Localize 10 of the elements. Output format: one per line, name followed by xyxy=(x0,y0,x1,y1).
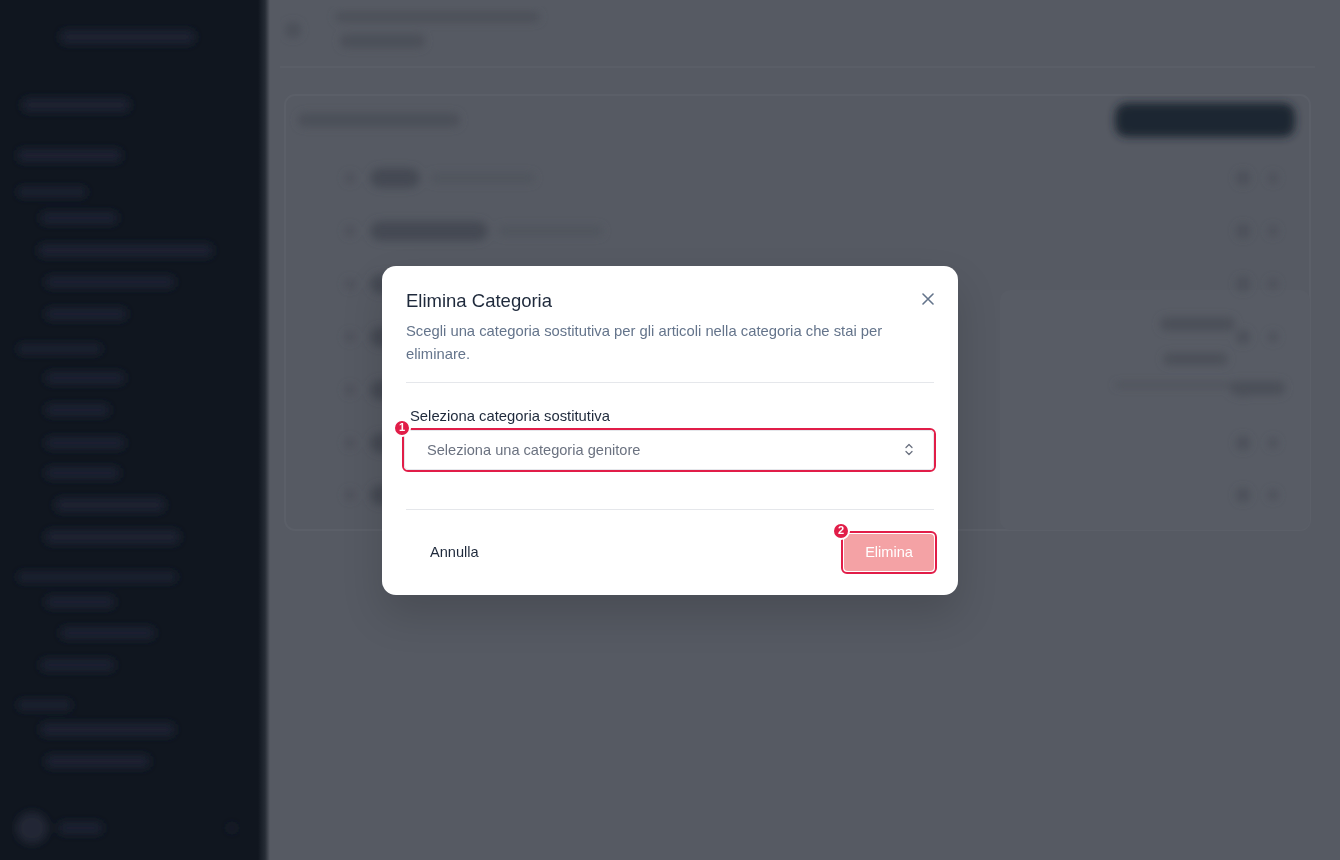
category-select[interactable]: Seleziona una categoria genitore xyxy=(404,429,934,470)
field-label: Seleziona categoria sostitutiva xyxy=(410,407,611,424)
close-icon xyxy=(922,292,934,305)
dialog-description: Scegli una categoria sostitutiva per gli articoli nella categoria che stai per eliminare. xyxy=(406,321,884,364)
close-button[interactable] xyxy=(922,292,934,305)
dialog-title: Elimina Categoria xyxy=(406,289,552,312)
cancel-button[interactable]: Annulla xyxy=(406,533,503,571)
chevron-up-down-icon xyxy=(905,443,913,456)
step-marker: 1 xyxy=(393,418,411,437)
step-marker: 2 xyxy=(832,521,851,540)
